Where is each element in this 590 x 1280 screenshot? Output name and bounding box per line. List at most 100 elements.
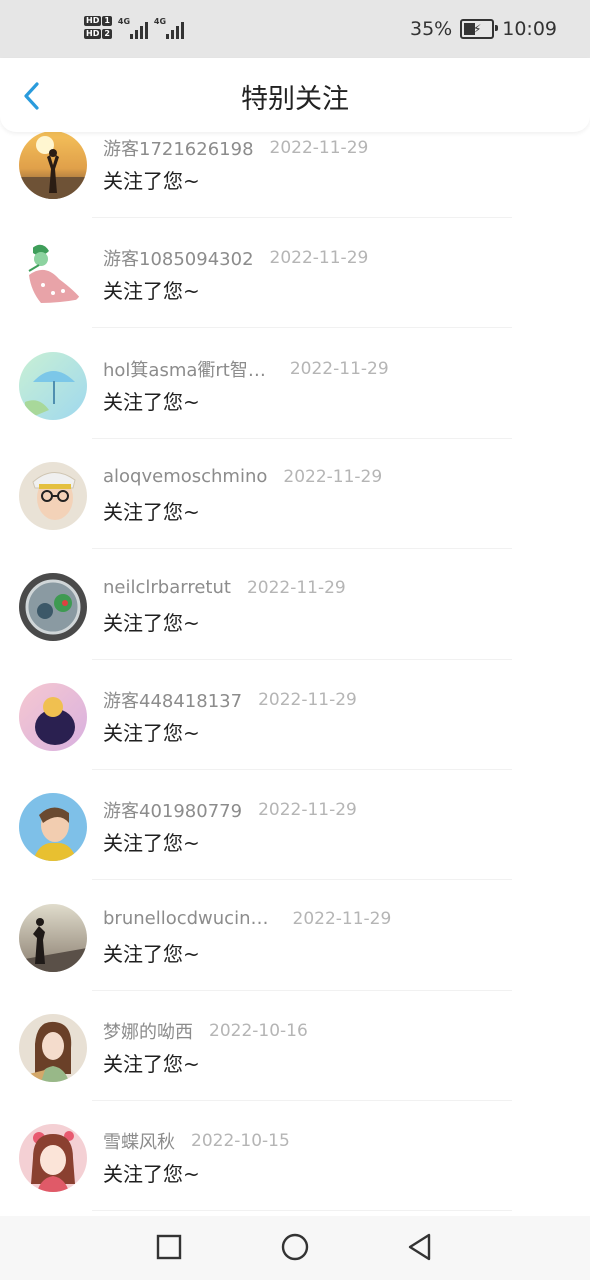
battery-percent: 35%	[410, 18, 453, 40]
hd1-num: 1	[102, 16, 112, 26]
item-meta: hol箕asma衢rt智… 2022-11-29	[103, 356, 389, 382]
list-item[interactable]: hol箕asma衢rt智… 2022-11-29 关注了您~	[0, 352, 590, 462]
message: 关注了您~	[103, 942, 200, 966]
divider	[92, 217, 512, 218]
item-meta: brunellocdwucin… 2022-11-29	[103, 908, 391, 929]
item-meta: 游客401980779 2022-11-29	[103, 797, 357, 823]
follow-list: 游客1721626198 2022-11-29 关注了您~ 游客10850943…	[0, 132, 590, 1216]
item-meta: 雪蝶风秋 2022-10-15	[103, 1128, 290, 1154]
orb-avatar-icon	[19, 573, 87, 641]
item-meta: neilclrbarretut 2022-11-29	[103, 577, 346, 598]
message: 关注了您~	[103, 500, 200, 524]
date: 2022-11-29	[292, 908, 392, 929]
avatar[interactable]	[19, 904, 87, 972]
system-navbar	[0, 1216, 590, 1280]
divider	[92, 1210, 512, 1211]
avatar[interactable]	[19, 241, 87, 309]
anime-girl-avatar-icon	[19, 1124, 87, 1192]
date: 2022-11-29	[246, 577, 346, 598]
list-item[interactable]: 游客1721626198 2022-11-29 关注了您~	[0, 132, 590, 241]
status-bar: HD 1 HD 2 4G 4G 35% ⚡ 10:09	[0, 0, 590, 58]
username[interactable]: 梦娜的呦西	[103, 1018, 193, 1044]
divider	[92, 438, 512, 439]
silhouette-pink-avatar-icon	[19, 683, 87, 751]
item-meta: 游客448418137 2022-11-29	[103, 687, 357, 713]
date: 2022-11-29	[289, 359, 389, 379]
item-meta: aloqvemoschmino 2022-11-29	[103, 466, 382, 487]
username[interactable]: 雪蝶风秋	[103, 1128, 175, 1154]
username[interactable]: 游客1721626198	[103, 135, 254, 161]
item-meta: 游客1085094302 2022-11-29	[103, 245, 368, 271]
date: 2022-11-29	[258, 690, 357, 710]
avatar[interactable]	[19, 352, 87, 420]
hd2-num: 2	[102, 29, 112, 39]
road-silhouette-avatar-icon	[19, 904, 87, 972]
username[interactable]: 游客1085094302	[103, 245, 254, 271]
list-item[interactable]: 游客401980779 2022-11-29 关注了您~	[0, 793, 590, 903]
status-right: 35% ⚡ 10:09	[410, 18, 557, 40]
list-item[interactable]: aloqvemoschmino 2022-11-29 关注了您~	[0, 462, 590, 572]
hd1-label: HD	[84, 16, 102, 26]
pokemon-avatar-icon	[19, 241, 87, 309]
back-nav-button[interactable]	[403, 1230, 437, 1264]
item-meta: 梦娜的呦西 2022-10-16	[103, 1018, 308, 1044]
triangle-back-icon	[408, 1233, 431, 1261]
signal-2-icon: 4G	[154, 17, 184, 39]
username[interactable]: 游客401980779	[103, 797, 242, 823]
divider	[92, 879, 512, 880]
avatar[interactable]	[19, 793, 87, 861]
avatar[interactable]	[19, 462, 87, 530]
list-item[interactable]: 游客1085094302 2022-11-29 关注了您~	[0, 241, 590, 351]
divider	[92, 327, 512, 328]
date: 2022-11-29	[258, 800, 357, 820]
date: 2022-11-29	[269, 248, 369, 268]
boy-glasses-avatar-icon	[19, 462, 87, 530]
avatar[interactable]	[19, 1124, 87, 1192]
circle-icon	[281, 1233, 309, 1261]
message: 关注了您~	[103, 721, 200, 745]
date: 2022-10-15	[191, 1131, 290, 1151]
avatar[interactable]	[19, 132, 87, 199]
message: 关注了您~	[103, 1162, 200, 1186]
divider	[92, 990, 512, 991]
avatar[interactable]	[19, 683, 87, 751]
signal-2-type: 4G	[153, 16, 167, 26]
item-meta: 游客1721626198 2022-11-29	[103, 135, 368, 161]
list-item[interactable]: 梦娜的呦西 2022-10-16 关注了您~	[0, 1014, 590, 1124]
avatar[interactable]	[19, 1014, 87, 1082]
divider	[92, 659, 512, 660]
sunset-person-avatar-icon	[19, 132, 87, 199]
message: 关注了您~	[103, 831, 200, 855]
home-button[interactable]	[278, 1230, 312, 1264]
message: 关注了您~	[103, 611, 200, 635]
username[interactable]: hol箕asma衢rt智…	[103, 356, 266, 382]
username[interactable]: 游客448418137	[103, 687, 242, 713]
page-header: 特别关注	[0, 58, 590, 132]
signal-1-type: 4G	[117, 16, 131, 26]
status-left-icons: HD 1 HD 2 4G 4G	[84, 16, 184, 39]
list-item[interactable]: 雪蝶风秋 2022-10-15 关注了您~	[0, 1124, 590, 1216]
clock: 10:09	[502, 18, 557, 40]
battery-icon: ⚡	[460, 19, 499, 39]
message: 关注了您~	[103, 390, 200, 414]
recent-apps-button[interactable]	[152, 1230, 186, 1264]
message: 关注了您~	[103, 1052, 200, 1076]
username[interactable]: aloqvemoschmino	[103, 466, 267, 487]
square-icon	[156, 1234, 182, 1260]
hd-icons: HD 1 HD 2	[84, 16, 112, 39]
date: 2022-11-29	[269, 138, 369, 158]
username[interactable]: brunellocdwucin…	[103, 908, 269, 929]
avatar[interactable]	[19, 573, 87, 641]
hd1-badge: HD 1	[84, 16, 112, 26]
message: 关注了您~	[103, 279, 200, 303]
divider	[92, 548, 512, 549]
list-item[interactable]: 游客448418137 2022-11-29 关注了您~	[0, 683, 590, 793]
username[interactable]: neilclrbarretut	[103, 577, 231, 598]
umbrella-avatar-icon	[19, 352, 87, 420]
list-item[interactable]: brunellocdwucin… 2022-11-29 关注了您~	[0, 904, 590, 1014]
page-title: 特别关注	[241, 84, 349, 115]
message: 关注了您~	[103, 169, 200, 193]
date: 2022-10-16	[209, 1021, 308, 1041]
divider	[92, 1100, 512, 1101]
list-item[interactable]: neilclrbarretut 2022-11-29 关注了您~	[0, 573, 590, 683]
